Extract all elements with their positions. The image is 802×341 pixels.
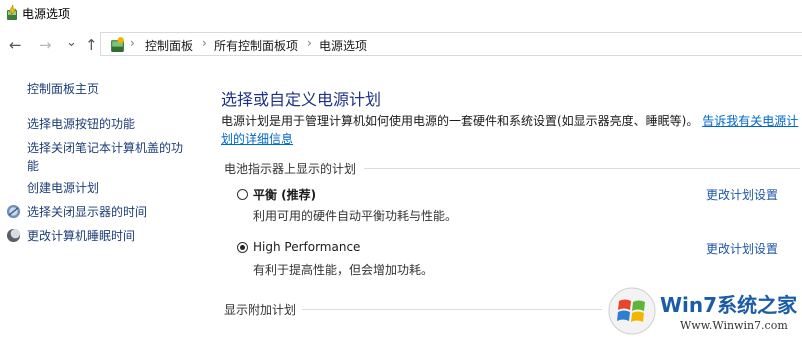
recent-locations-button[interactable]: ⌄ — [66, 35, 77, 51]
plan-balanced-radio[interactable] — [237, 189, 248, 200]
battery-section-label: 电池指示器上显示的计划 — [224, 162, 357, 176]
watermark-url: Www.Winwin7.com — [680, 319, 788, 332]
sidebar-item-label: 能 — [27, 159, 40, 173]
page-heading: 选择或自定义电源计划 — [221, 90, 382, 109]
breadcrumb-separator: › — [130, 36, 135, 50]
plan-high-performance-description: 有利于提高性能，但会增加功耗。 — [253, 263, 434, 277]
sidebar-item-lid-close[interactable]: 选择关闭笔记本计算机盖的功 能 — [27, 139, 183, 175]
breadcrumb-separator[interactable]: › — [202, 36, 207, 50]
breadcrumb-power-options[interactable]: 电源选项 — [319, 37, 367, 54]
plan-balanced-description: 利用可用的硬件自动平衡功耗与性能。 — [253, 209, 458, 223]
description-text: 电源计划是用于管理计算机如何使用电源的一套硬件和系统设置(如显示器亮度、睡眠等)… — [221, 114, 699, 128]
sidebar-item-create-plan[interactable]: 创建电源计划 — [27, 179, 99, 197]
breadcrumb-separator[interactable]: › — [307, 36, 312, 50]
page-description: 电源计划是用于管理计算机如何使用电源的一套硬件和系统设置(如显示器亮度、睡眠等)… — [221, 112, 801, 148]
monitor-icon — [6, 204, 21, 219]
up-button[interactable]: ↑ — [85, 37, 98, 53]
sidebar-item-label: 选择关闭笔记本计算机盖的功 — [27, 141, 184, 155]
control-panel-icon — [111, 37, 124, 52]
windows-logo-icon — [608, 287, 656, 335]
address-bar[interactable]: › 控制面板 › 所有控制面板项 › 电源选项 — [100, 32, 802, 56]
section-divider — [302, 309, 602, 310]
sidebar-item-sleep-time[interactable]: 更改计算机睡眠时间 — [27, 227, 135, 245]
plan-balanced-change-settings-link[interactable]: 更改计划设置 — [706, 186, 778, 203]
plan-high-performance-radio[interactable] — [237, 242, 248, 253]
plan-high-performance-name[interactable]: High Performance — [253, 240, 360, 254]
additional-plans-label[interactable]: 显示附加计划 — [224, 301, 296, 318]
back-button[interactable]: ← — [9, 37, 22, 53]
sidebar-item-display-off[interactable]: 选择关闭显示器的时间 — [27, 203, 147, 221]
forward-button[interactable]: → — [39, 37, 52, 53]
watermark-brand: Win7系统之家 — [660, 293, 798, 317]
radio-selected-dot — [240, 245, 245, 250]
title-bar: 电源选项 — [0, 0, 802, 26]
sidebar-item-power-buttons[interactable]: 选择电源按钮的功能 — [27, 115, 135, 133]
plan-balanced-name[interactable]: 平衡 (推荐) — [253, 186, 316, 203]
breadcrumb-all-items[interactable]: 所有控制面板项 — [214, 37, 298, 54]
window-title: 电源选项 — [22, 7, 71, 21]
moon-icon — [6, 228, 21, 243]
power-options-icon — [7, 5, 17, 20]
plan-high-performance-change-settings-link[interactable]: 更改计划设置 — [706, 240, 778, 257]
learn-more-text: 告诉我有关电源计 — [702, 114, 799, 128]
section-divider — [364, 168, 800, 169]
learn-more-text: 划的详细信息 — [221, 132, 294, 146]
sidebar-home-link[interactable]: 控制面板主页 — [27, 80, 99, 98]
breadcrumb-control-panel[interactable]: 控制面板 — [145, 37, 193, 54]
watermark: Win7系统之家 Www.Winwin7.com — [608, 283, 802, 341]
